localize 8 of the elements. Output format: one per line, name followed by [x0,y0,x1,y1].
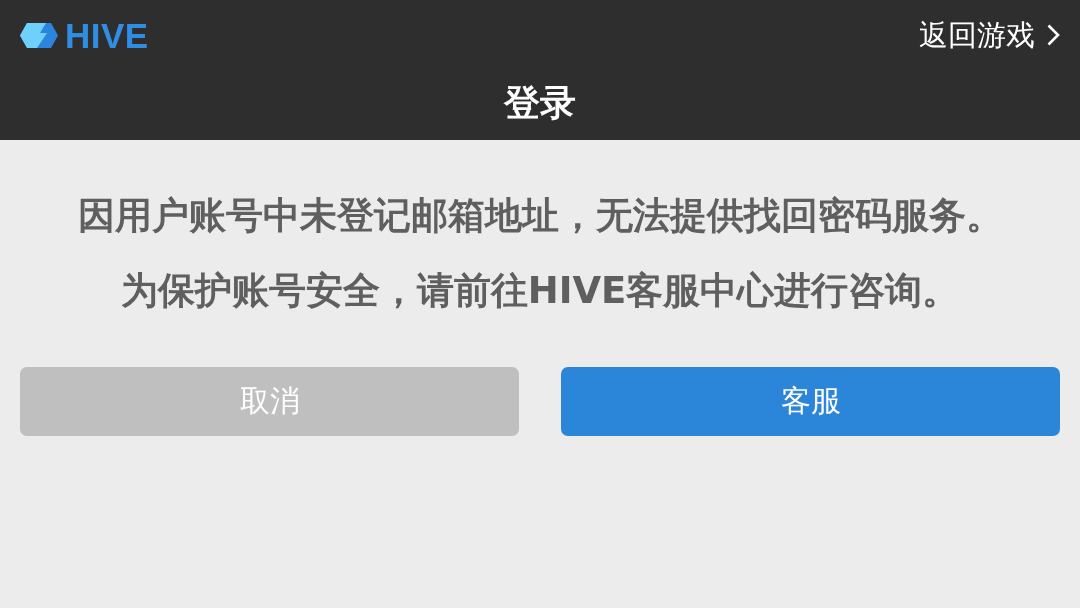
back-to-game-link[interactable]: 返回游戏 [919,20,1060,50]
hexagon-logo-icon [20,22,58,48]
message-text: 因用户账号中未登记邮箱地址，无法提供找回密码服务。 [77,193,1003,239]
page-title: 登录 [504,84,576,121]
support-button[interactable]: 客服 [561,367,1060,436]
message-text: 为保护账号安全，请前往HIVE客服中心进行咨询。 [120,268,960,314]
chevron-right-icon [1047,24,1060,46]
logo-text: HIVE [65,17,149,53]
